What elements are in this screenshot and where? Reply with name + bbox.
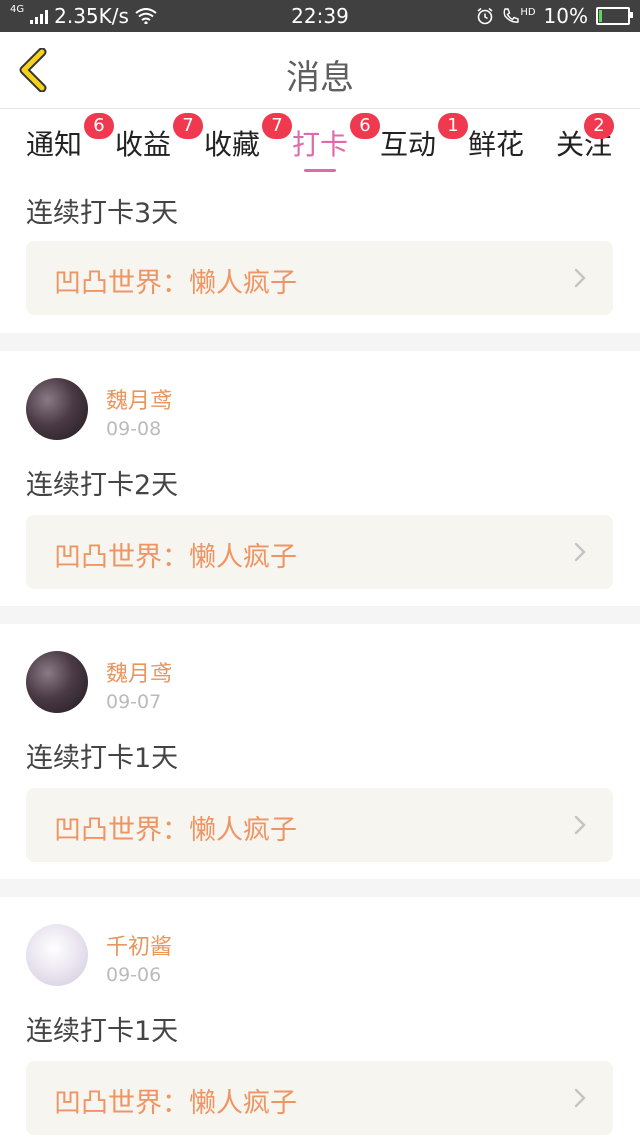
status-bar: 4G 2.35K/s 22:39 HD 10% [0,0,640,32]
tab-label: 收益 [115,128,172,161]
chevron-right-icon [574,542,586,562]
avatar[interactable] [26,651,88,713]
tab-label: 打卡 [292,128,349,161]
tab-notifications[interactable]: 通知 6 [26,113,115,163]
tab-earnings[interactable]: 收益 7 [115,113,204,163]
checkin-text: 连续打卡1天 [26,1016,179,1047]
tab-label: 收藏 [204,128,261,161]
username[interactable]: 千初酱 [106,929,172,961]
avatar[interactable] [26,378,88,440]
unread-badge: 6 [84,113,115,139]
phone-icon [503,8,520,23]
unread-badge: 7 [173,113,204,139]
work-reference-link[interactable]: 凹凸世界：懒人疯子 [26,241,613,315]
tab-following[interactable]: 关注 2 [556,113,615,163]
tab-label: 互动 [380,128,437,161]
tab-flowers[interactable]: 鲜花 [468,123,524,163]
tab-bar: 通知 6 收益 7 收藏 7 打卡 6 互动 1 鲜花 关注 2 [0,109,640,173]
checkin-date: 09-07 [106,691,162,713]
checkin-text: 连续打卡3天 [26,198,179,229]
work-title: 凹凸世界：懒人疯子 [54,815,297,846]
battery-percent: 10% [543,4,588,28]
tab-label: 鲜花 [468,128,525,161]
tab-checkin[interactable]: 打卡 6 [292,113,381,172]
tab-label: 通知 [26,128,83,161]
chevron-right-icon [574,1088,586,1108]
unread-badge: 1 [438,113,469,139]
header: 消息 [0,32,640,109]
checkin-card: 魏月鸢 09-07 连续打卡1天 凹凸世界：懒人疯子 [0,624,640,879]
checkin-card: 千初酱 09-06 连续打卡1天 凹凸世界：懒人疯子 [0,897,640,1138]
alarm-icon [477,7,493,25]
tab-interactions[interactable]: 互动 1 [380,113,469,163]
unread-badge: 2 [584,113,615,139]
checkin-date: 09-06 [106,964,162,986]
username[interactable]: 魏月鸢 [106,383,172,415]
work-reference-link[interactable]: 凹凸世界：懒人疯子 [26,1061,613,1135]
tab-favorites[interactable]: 收藏 7 [204,113,293,163]
work-reference-link[interactable]: 凹凸世界：懒人疯子 [26,515,613,589]
checkin-text: 连续打卡2天 [26,470,179,501]
checkin-text: 连续打卡1天 [26,743,179,774]
hd-label: HD [520,7,536,18]
battery-icon [596,7,633,25]
chevron-right-icon [574,815,586,835]
username[interactable]: 魏月鸢 [106,656,172,688]
checkin-card: 魏月鸢 09-08 连续打卡2天 凹凸世界：懒人疯子 [0,351,640,606]
unread-badge: 6 [350,113,381,139]
work-title: 凹凸世界：懒人疯子 [54,542,297,573]
checkin-date: 09-08 [106,418,162,440]
unread-badge: 7 [262,113,293,139]
work-reference-link[interactable]: 凹凸世界：懒人疯子 [26,788,613,862]
checkin-card: 连续打卡3天 凹凸世界：懒人疯子 [0,173,640,333]
work-title: 凹凸世界：懒人疯子 [54,268,297,299]
work-title: 凹凸世界：懒人疯子 [54,1088,297,1119]
active-tab-indicator [304,169,337,172]
avatar[interactable] [26,924,88,986]
page-title: 消息 [286,58,354,98]
chevron-right-icon [574,268,586,288]
